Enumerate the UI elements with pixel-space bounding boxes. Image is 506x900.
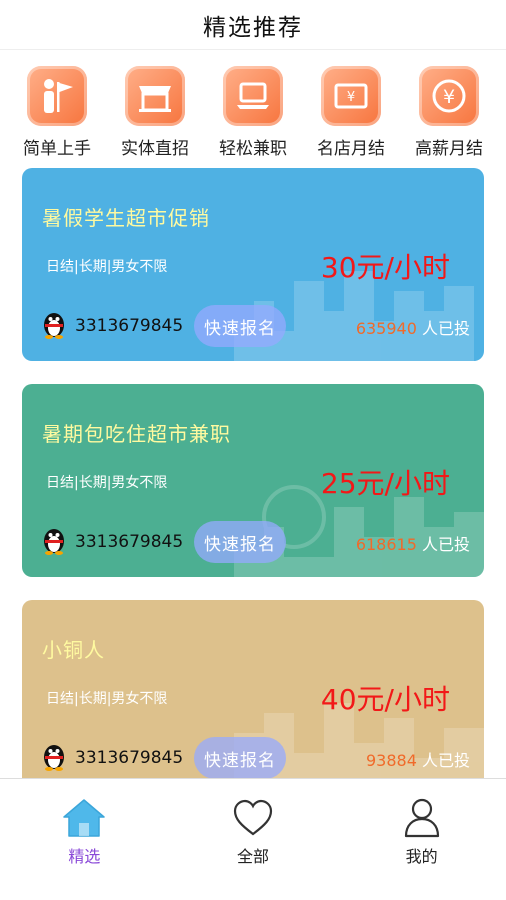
quick-signup-button[interactable]: 快速报名 bbox=[194, 737, 286, 779]
user-icon bbox=[404, 798, 439, 838]
applicant-suffix: 人已投 bbox=[421, 535, 470, 554]
svg-text:¥: ¥ bbox=[347, 90, 355, 105]
job-tags: 日结|长期|男女不限 bbox=[46, 475, 168, 491]
applicant-number: 93884 bbox=[365, 751, 417, 770]
applicant-suffix: 人已投 bbox=[421, 319, 470, 338]
job-card[interactable]: 暑假学生超市促销 日结|长期|男女不限 30元/小时 3313679845 快速… bbox=[22, 168, 484, 361]
quick-signup-button[interactable]: 快速报名 bbox=[194, 305, 286, 347]
yen-coin-icon: ¥ bbox=[419, 66, 479, 126]
category-label: 简单上手 bbox=[23, 139, 91, 159]
page-title: 精选推荐 bbox=[203, 14, 303, 41]
job-list: 暑假学生超市促销 日结|长期|男女不限 30元/小时 3313679845 快速… bbox=[0, 168, 506, 793]
qq-number: 3313679845 bbox=[75, 316, 184, 336]
category-label: 高薪月结 bbox=[415, 139, 483, 159]
storefront-icon bbox=[125, 66, 185, 126]
page-header: 精选推荐 bbox=[0, 0, 506, 50]
category-direct-hire[interactable]: 实体直招 bbox=[109, 66, 201, 168]
quick-signup-button[interactable]: 快速报名 bbox=[194, 521, 286, 563]
bottom-tab-bar: 精选 全部 我的 bbox=[0, 778, 506, 900]
category-easy-start[interactable]: 简单上手 bbox=[11, 66, 103, 168]
category-label: 轻松兼职 bbox=[219, 139, 287, 159]
job-title: 小铜人 bbox=[42, 638, 105, 662]
applicant-number: 635940 bbox=[355, 319, 417, 338]
job-price: 30元/小时 bbox=[320, 251, 450, 284]
applicant-count: 93884 人已投 bbox=[366, 747, 470, 771]
qq-penguin-icon bbox=[44, 313, 64, 339]
job-card[interactable]: 暑期包吃住超市兼职 日结|长期|男女不限 25元/小时 3313679845 快… bbox=[22, 384, 484, 577]
qq-penguin-icon bbox=[44, 745, 64, 771]
laptop-icon bbox=[223, 66, 283, 126]
job-price: 40元/小时 bbox=[320, 683, 450, 716]
qq-penguin-icon bbox=[44, 529, 64, 555]
tab-label: 全部 bbox=[237, 847, 270, 866]
category-row: 简单上手 实体直招 轻松兼职 ¥ 名店月结 ¥ 高薪月结 bbox=[0, 50, 506, 168]
job-price: 25元/小时 bbox=[320, 467, 450, 500]
applicant-number: 618615 bbox=[355, 535, 417, 554]
tab-all[interactable]: 全部 bbox=[169, 779, 338, 900]
job-tags: 日结|长期|男女不限 bbox=[46, 259, 168, 275]
job-tags: 日结|长期|男女不限 bbox=[46, 691, 168, 707]
yen-ticket-icon: ¥ bbox=[321, 66, 381, 126]
tab-label: 精选 bbox=[68, 847, 101, 866]
tab-mine[interactable]: 我的 bbox=[337, 779, 506, 900]
job-card[interactable]: 小铜人 日结|长期|男女不限 40元/小时 3313679845 快速报名 93… bbox=[22, 600, 484, 793]
tab-featured[interactable]: 精选 bbox=[0, 779, 169, 900]
applicant-count: 635940 人已投 bbox=[356, 315, 470, 339]
guide-flag-icon bbox=[27, 66, 87, 126]
category-label: 名店月结 bbox=[317, 139, 385, 159]
svg-text:¥: ¥ bbox=[443, 86, 455, 108]
job-title: 暑期包吃住超市兼职 bbox=[42, 422, 231, 446]
qq-number: 3313679845 bbox=[75, 532, 184, 552]
category-label: 实体直招 bbox=[121, 139, 189, 159]
category-store-monthly[interactable]: ¥ 名店月结 bbox=[305, 66, 397, 168]
applicant-suffix: 人已投 bbox=[421, 751, 470, 770]
heart-icon bbox=[233, 799, 273, 836]
applicant-count: 618615 人已投 bbox=[356, 531, 470, 555]
category-high-pay[interactable]: ¥ 高薪月结 bbox=[403, 66, 495, 168]
qq-number: 3313679845 bbox=[75, 748, 184, 768]
home-icon bbox=[63, 799, 106, 837]
category-easy-parttime[interactable]: 轻松兼职 bbox=[207, 66, 299, 168]
tab-label: 我的 bbox=[405, 847, 438, 866]
job-title: 暑假学生超市促销 bbox=[42, 206, 210, 230]
